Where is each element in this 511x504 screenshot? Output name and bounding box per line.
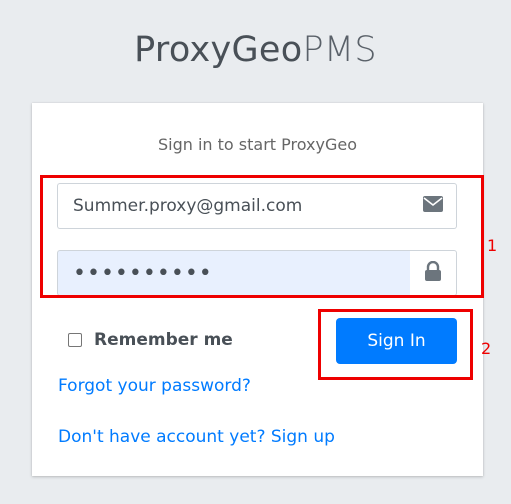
remember-label: Remember me <box>94 330 233 350</box>
login-message: Sign in to start ProxyGeo <box>157 135 357 154</box>
app-logo: ProxyGeoPMS <box>0 30 511 70</box>
remember-checkbox[interactable] <box>68 333 82 347</box>
logo-primary-text: ProxyGeo <box>134 30 303 70</box>
annotation-label-1: 1 <box>487 236 498 255</box>
annotation-box-1 <box>40 175 484 298</box>
forgot-password-link[interactable]: Forgot your password? <box>58 376 251 396</box>
remember-me: Remember me <box>68 330 233 350</box>
logo-secondary-text: PMS <box>302 30 377 70</box>
sign-up-link[interactable]: Don't have account yet? Sign up <box>58 427 335 447</box>
annotation-box-2 <box>318 309 473 380</box>
annotation-label-2: 2 <box>481 339 492 358</box>
